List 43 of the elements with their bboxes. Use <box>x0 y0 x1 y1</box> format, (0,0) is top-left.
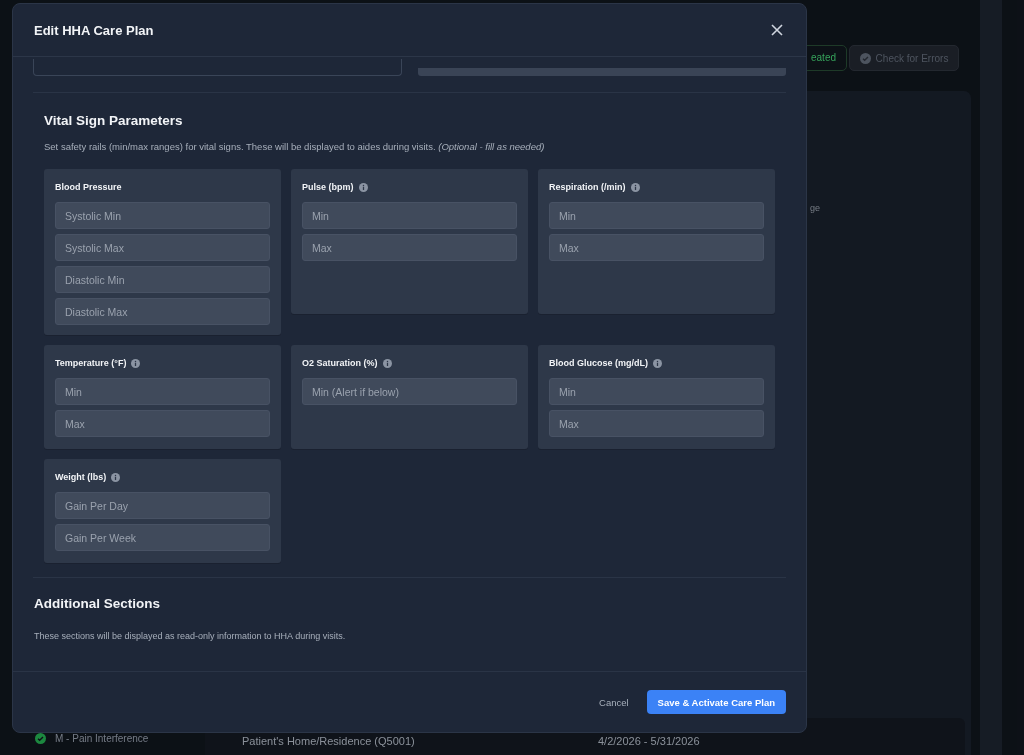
table-cell: 4/2/2026 - 5/31/2026 <box>598 735 700 747</box>
info-icon <box>653 358 662 368</box>
input-field[interactable]: Min <box>55 378 270 405</box>
save-button[interactable]: Save & Activate Care Plan <box>646 690 786 714</box>
check-circle-icon <box>859 52 871 64</box>
input-field[interactable]: Gain Per Week <box>55 524 270 551</box>
field-label: Temperature (°F) <box>55 358 127 368</box>
info-icon <box>358 182 368 192</box>
info-icon <box>111 472 121 482</box>
input-field[interactable]: Diastolic Max <box>55 298 270 325</box>
info-icon <box>382 358 392 368</box>
dialog-title: Edit HHA Care Plan <box>34 22 154 38</box>
cancel-button[interactable]: Cancel <box>591 690 637 714</box>
info-icon <box>131 358 141 368</box>
close-button[interactable] <box>769 22 785 38</box>
section-description: These sections will be displayed as read-only information to HHA during visits. <box>34 631 347 641</box>
field-label: Weight (lbs) <box>55 472 107 482</box>
input-field[interactable] <box>33 59 402 76</box>
input-field[interactable]: Max <box>302 234 517 261</box>
input-field[interactable]: Min <box>549 378 764 405</box>
field-label: O2 Saturation (%) <box>302 358 378 368</box>
sidebar-item[interactable]: M - Pain Interference <box>55 733 149 744</box>
input-field[interactable]: Diastolic Min <box>55 266 270 293</box>
panel-text: ge <box>810 203 820 213</box>
input-field[interactable]: Max <box>55 410 270 437</box>
field-label: Blood Pressure <box>55 182 122 192</box>
field-label: Respiration (/min) <box>549 182 626 192</box>
input-field[interactable]: Systolic Min <box>55 202 270 229</box>
field-label: Pulse (bpm) <box>302 182 354 192</box>
input-field[interactable]: Systolic Max <box>55 234 270 261</box>
section-heading: Vital Sign Parameters <box>44 113 184 128</box>
input-field[interactable]: Max <box>549 234 764 261</box>
input-field[interactable]: Min <box>302 202 517 229</box>
input-field[interactable] <box>417 68 786 76</box>
input-field[interactable]: Gain Per Day <box>55 492 270 519</box>
section-description: Set safety rails (min/max ranges) for vital signs. These will be displayed to aides during visits. (Optional - fill as needed) <box>44 141 546 152</box>
input-field[interactable]: Min (Alert if below) <box>302 378 517 405</box>
info-icon <box>630 182 640 192</box>
table-cell: Patient's Home/Residence (Q5001) <box>242 735 415 747</box>
input-field[interactable]: Max <box>549 410 764 437</box>
section-heading: Additional Sections <box>34 596 161 611</box>
input-field[interactable]: Min <box>549 202 764 229</box>
field-label: Blood Glucose (mg/dL) <box>549 358 648 368</box>
